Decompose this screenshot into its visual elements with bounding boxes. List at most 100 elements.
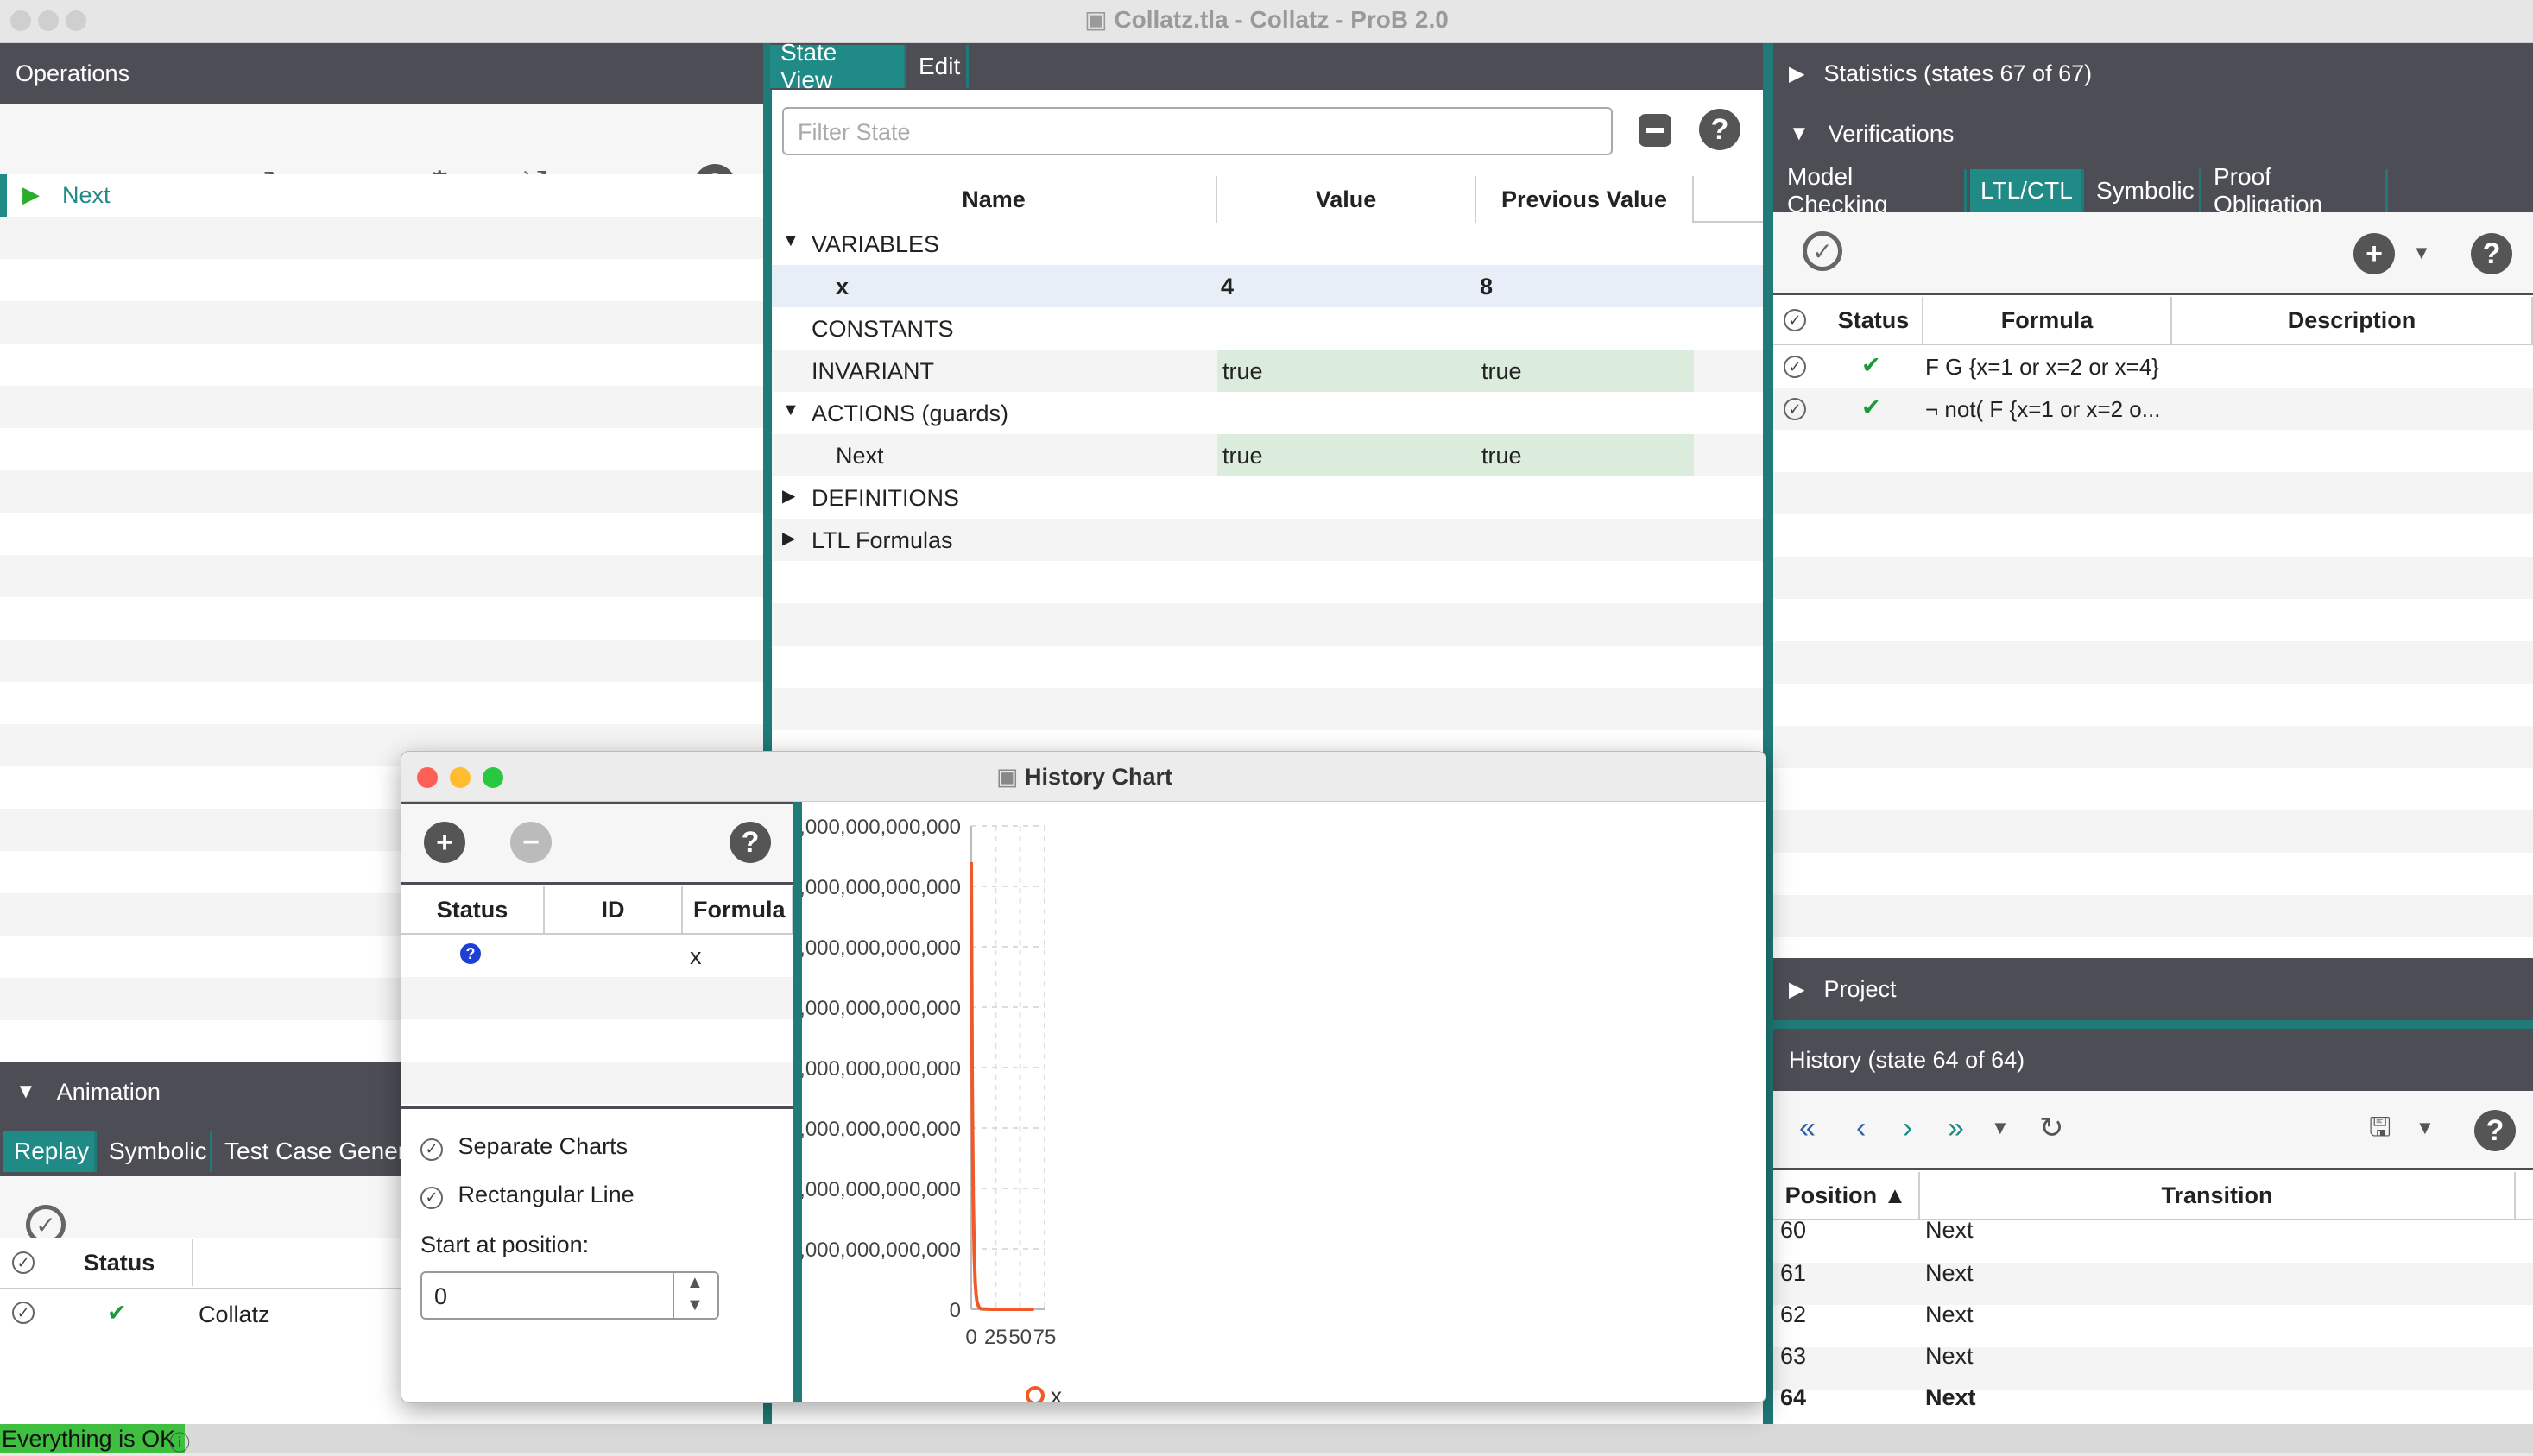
- window-titlebar: ▣ Collatz.tla - Collatz - ProB 2.0: [0, 0, 2533, 43]
- tab-edit[interactable]: Edit: [908, 45, 969, 88]
- collapsed-triangle-icon: ▶: [1789, 61, 1805, 85]
- add-icon[interactable]: +: [424, 822, 465, 863]
- chart-window-titlebar: ▣ History Chart: [401, 752, 1766, 802]
- row-checkbox[interactable]: ✓: [1784, 356, 1806, 378]
- collapse-all-icon[interactable]: [1639, 114, 1671, 147]
- back-icon[interactable]: ‹: [1856, 1113, 1866, 1143]
- remove-icon[interactable]: −: [510, 822, 552, 863]
- tab-proof-obligation[interactable]: Proof Obligation: [2203, 163, 2388, 217]
- chart-series: [970, 861, 1034, 1311]
- chevron-up-icon[interactable]: ▲: [686, 1273, 704, 1293]
- column-id[interactable]: ID: [545, 886, 683, 933]
- collapsed-triangle-icon: ▶: [782, 529, 796, 548]
- info-icon[interactable]: ⓘ: [169, 1426, 190, 1456]
- tree-row-actions[interactable]: ▼ ACTIONS (guards): [772, 392, 1763, 434]
- column-name[interactable]: Name: [772, 176, 1217, 223]
- column-status[interactable]: Status: [47, 1239, 193, 1286]
- tree-row-ltl-formulas[interactable]: ▶ LTL Formulas: [772, 519, 1763, 561]
- y-tick-label: 20,000,000,000,000,000,000,000: [802, 1057, 961, 1081]
- table-row[interactable]: ✓ ✔ F G {x=1 or x=2 or x=4}: [1773, 345, 2533, 388]
- tree-row-definitions[interactable]: ▶ DEFINITIONS: [772, 476, 1763, 519]
- column-status[interactable]: Status: [1825, 297, 1923, 344]
- help-icon[interactable]: ?: [2471, 233, 2512, 274]
- x-tick-label: 25: [984, 1326, 1008, 1349]
- row-checkbox[interactable]: ✓: [12, 1302, 35, 1324]
- expanded-triangle-icon: ▼: [16, 1080, 36, 1103]
- tab-state-view[interactable]: State View: [770, 39, 906, 93]
- tree-row-x[interactable]: x 4 8: [772, 265, 1763, 307]
- tab-ltl-ctl[interactable]: LTL/CTL: [1970, 169, 2084, 212]
- history-chart-window: ▣ History Chart + − ? Status ID Formula …: [401, 751, 1766, 1403]
- chevron-down-icon[interactable]: ▼: [2412, 243, 2431, 262]
- tab-replay[interactable]: Replay: [3, 1131, 97, 1172]
- tab-model-checking[interactable]: Model Checking: [1777, 163, 1967, 217]
- expanded-triangle-icon: ▼: [1789, 122, 1810, 145]
- chart-window-title: ▣ History Chart: [995, 764, 1173, 790]
- filter-state-input[interactable]: Filter State: [782, 107, 1613, 155]
- prob-logo-icon: ▣: [995, 764, 1019, 790]
- forward-icon[interactable]: ›: [1903, 1113, 1912, 1143]
- add-icon[interactable]: +: [2353, 233, 2395, 274]
- y-tick-label: 30,000,000,000,000,000,000,000: [802, 936, 961, 960]
- prob-logo-icon: ▣: [1084, 6, 1108, 33]
- table-row[interactable]: 63 Next: [1773, 1336, 2533, 1377]
- history-line-chart: 0 5,000,000,000,000,000,000,000 10,000,000…: [802, 816, 1062, 1403]
- chart-formula-table-header: Status ID Formula: [401, 885, 793, 935]
- expanded-triangle-icon: ▼: [782, 400, 799, 419]
- window-title: ▣ Collatz.tla - Collatz - ProB 2.0: [1084, 6, 1449, 33]
- trace-name: Collatz: [199, 1302, 270, 1327]
- chevron-down-icon[interactable]: ▼: [686, 1295, 704, 1315]
- y-tick-label: 40,000,000,000,000,000,000,000: [802, 816, 961, 839]
- operation-item-next[interactable]: ▶ Next: [0, 174, 763, 217]
- ok-check-icon: ✔: [1861, 394, 1881, 420]
- tree-row-variables[interactable]: ▼ VARIABLES: [772, 223, 1763, 265]
- legend-marker: [1026, 1386, 1045, 1402]
- x-tick-label: 75: [1033, 1326, 1057, 1349]
- column-formula[interactable]: Formula: [683, 886, 793, 933]
- column-status[interactable]: Status: [401, 886, 545, 933]
- table-row[interactable]: ✓ ✔ ¬ not( F {x=1 or x=2 o...: [1773, 388, 2533, 430]
- help-icon[interactable]: ?: [730, 822, 771, 863]
- legend-label: x: [1051, 1383, 1062, 1403]
- expanded-triangle-icon: ▼: [782, 231, 799, 250]
- help-icon[interactable]: ?: [2474, 1110, 2516, 1151]
- operations-header: Operations: [0, 43, 763, 104]
- select-all-checkbox[interactable]: ✓: [1784, 309, 1806, 331]
- statistics-header[interactable]: ▶ Statistics (states 67 of 67): [1773, 43, 2533, 104]
- column-value[interactable]: Value: [1217, 176, 1476, 223]
- table-row[interactable]: 61 Next: [1773, 1253, 2533, 1295]
- fast-forward-icon[interactable]: »: [1948, 1113, 1964, 1143]
- column-description[interactable]: Description: [2172, 297, 2533, 344]
- position-stepper[interactable]: ▲ ▼: [673, 1271, 719, 1320]
- table-row[interactable]: 60 Next: [1773, 1212, 2533, 1253]
- start-position-input[interactable]: 0 ▲ ▼: [420, 1271, 719, 1320]
- tree-row-next[interactable]: Next true true: [772, 434, 1763, 476]
- check-all-icon[interactable]: ✓: [1803, 231, 1842, 271]
- project-header[interactable]: ▶ Project: [1773, 958, 2533, 1020]
- table-row[interactable]: ? x: [401, 935, 793, 977]
- help-icon[interactable]: ?: [1699, 109, 1740, 150]
- chevron-down-icon[interactable]: ▼: [2416, 1119, 2435, 1138]
- save-icon[interactable]: 🖫: [2369, 1115, 2391, 1141]
- rectangular-line-checkbox[interactable]: ✓ Rectangular Line: [420, 1182, 635, 1209]
- tab-symbolic[interactable]: Symbolic: [2086, 169, 2201, 212]
- tree-row-constants[interactable]: CONSTANTS: [772, 307, 1763, 350]
- y-tick-label: 25,000,000,000,000,000,000,000: [802, 997, 961, 1020]
- select-all-checkbox[interactable]: ✓: [12, 1251, 35, 1274]
- row-checkbox[interactable]: ✓: [1784, 398, 1806, 420]
- fast-backward-icon[interactable]: «: [1799, 1113, 1816, 1143]
- tree-row-invariant[interactable]: INVARIANT true true: [772, 350, 1763, 392]
- x-axis-ticks: 0 25 50 75: [965, 1326, 1056, 1349]
- y-axis-ticks: 0 5,000,000,000,000,000,000,000 10,000,000…: [802, 816, 961, 1322]
- chevron-down-icon[interactable]: ▼: [1991, 1119, 2010, 1138]
- collapsed-triangle-icon: ▶: [782, 487, 796, 506]
- ok-check-icon: ✔: [1861, 352, 1881, 378]
- table-row[interactable]: 62 Next: [1773, 1295, 2533, 1336]
- table-row-current[interactable]: 64 Next: [1773, 1377, 2533, 1419]
- column-formula[interactable]: Formula: [1923, 297, 2172, 344]
- reload-icon[interactable]: ↻: [2039, 1113, 2064, 1143]
- verifications-header[interactable]: ▼ Verifications: [1773, 104, 2533, 164]
- tab-symbolic[interactable]: Symbolic: [98, 1131, 212, 1172]
- separate-charts-checkbox[interactable]: ✓ Separate Charts: [420, 1133, 628, 1161]
- column-previous-value[interactable]: Previous Value: [1476, 176, 1694, 223]
